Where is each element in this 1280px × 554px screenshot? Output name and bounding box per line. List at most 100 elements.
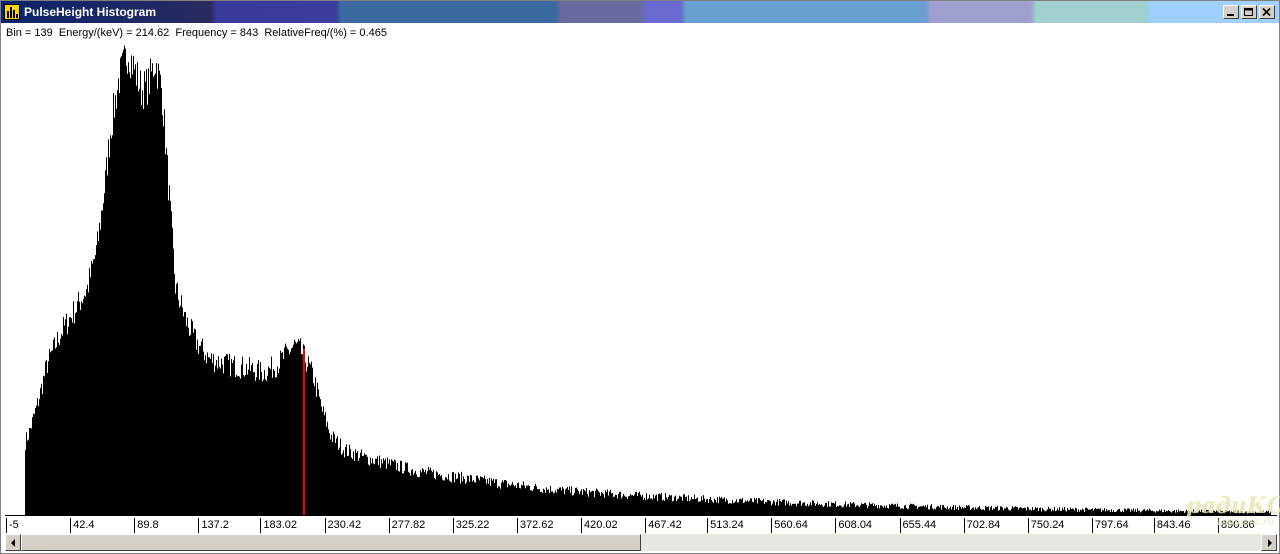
histogram-bin-bar [362,456,363,515]
cursor-marker-line[interactable] [303,348,305,516]
histogram-bin-bar [359,458,360,515]
histogram-bin-bar [551,491,552,515]
close-button[interactable] [1259,5,1275,19]
histogram-bin-bar [506,480,507,515]
histogram-bin-bar [385,458,386,515]
minimize-button[interactable] [1223,5,1239,19]
histogram-bin-bar [194,328,195,515]
histogram-bin-bar [195,329,196,515]
histogram-bin-bar [328,429,329,515]
histogram-bin-bar [891,503,892,515]
horizontal-scrollbar[interactable] [5,534,1277,551]
scroll-right-button[interactable] [1261,534,1277,551]
histogram-bin-bar [538,489,539,515]
scroll-right-arrow-icon [1268,539,1272,547]
title-bar[interactable]: PulseHeight Histogram [1,1,1279,23]
histogram-bin-bar [686,496,687,515]
histogram-bin-bar [127,73,128,515]
histogram-bin-bar [510,485,511,515]
histogram-bin-bar [553,493,554,515]
histogram-bin-bar [865,502,866,515]
histogram-bin-bar [271,356,272,515]
histogram-bin-bar [233,360,234,515]
histogram-bin-bar [394,459,395,515]
histogram-bin-bar [266,381,267,515]
histogram-bin-bar [988,506,989,515]
histogram-bin-bar [871,503,872,515]
histogram-bin-bar [557,488,558,515]
histogram-bin-bar [483,478,484,515]
scrollbar-thumb[interactable] [21,534,641,551]
histogram-bin-bar [528,485,529,515]
histogram-bin-bar [310,364,311,515]
histogram-bin-bar [633,496,634,515]
histogram-bin-bar [237,376,238,515]
histogram-bin-bar [118,78,119,515]
histogram-bin-bar [845,501,846,515]
histogram-bin-bar [529,486,530,515]
histogram-bin-bar [870,504,871,515]
histogram-bin-bar [252,363,253,515]
scroll-left-button[interactable] [5,534,21,551]
histogram-bin-bar [630,494,631,515]
histogram-bin-bar [717,497,718,515]
histogram-bin-bar [1016,506,1017,515]
histogram-bin-bar [991,506,992,515]
histogram-bin-bar [479,480,480,515]
histogram-bin-bar [337,436,338,515]
histogram-bin-bar [592,490,593,515]
histogram-bin-bar [168,200,169,515]
histogram-bin-bar [50,352,51,515]
histogram-bin-bar [597,489,598,515]
histogram-bin-bar [52,350,53,515]
histogram-bin-bar [369,465,370,515]
histogram-bin-bar [114,117,115,515]
pulse-height-histogram[interactable] [1,39,1279,515]
histogram-bin-bar [693,498,694,515]
histogram-bin-bar [235,377,236,515]
histogram-bin-bar [386,468,387,515]
histogram-bin-bar [453,472,454,515]
histogram-bin-bar [59,345,60,515]
maximize-button[interactable] [1241,5,1257,19]
histogram-bin-bar [520,488,521,515]
histogram-bin-bar [321,406,322,515]
histogram-bin-bar [704,498,705,515]
histogram-bin-bar [484,475,485,515]
histogram-bin-bar [563,488,564,515]
histogram-bin-bar [263,379,264,515]
histogram-bin-bar [62,335,63,515]
histogram-bin-bar [853,502,854,515]
histogram-bin-bar [850,502,851,515]
histogram-bin-bar [774,501,775,515]
histogram-bin-bar [1040,507,1041,515]
histogram-bin-bar [986,506,987,515]
histogram-bin-bar [66,313,67,515]
histogram-bin-bar [144,71,145,515]
histogram-app-icon[interactable] [4,4,20,20]
histogram-bin-bar [270,369,271,515]
histogram-bin-bar [879,508,880,515]
histogram-bin-bar [695,499,696,515]
histogram-bin-bar [923,505,924,515]
histogram-bin-bar [461,471,462,515]
histogram-bin-bar [93,259,94,515]
histogram-bin-bar [964,507,965,515]
histogram-bin-bar [99,222,100,515]
histogram-bin-bar [968,505,969,515]
histogram-bin-bar [175,293,176,515]
histogram-bin-bar [308,356,309,515]
histogram-bin-bar [685,497,686,515]
histogram-bin-bar [197,339,198,515]
histogram-bin-bar [697,497,698,515]
histogram-bin-bar [429,469,430,515]
histogram-bin-bar [963,508,964,515]
histogram-bin-bar [740,498,741,515]
histogram-bin-bar [222,364,223,515]
histogram-bin-bar [914,505,915,515]
histogram-bin-bar [645,500,646,515]
histogram-bin-bar [81,301,82,515]
histogram-bin-bar [813,500,814,515]
histogram-bin-bar [318,389,319,515]
histogram-bin-bar [653,494,654,515]
